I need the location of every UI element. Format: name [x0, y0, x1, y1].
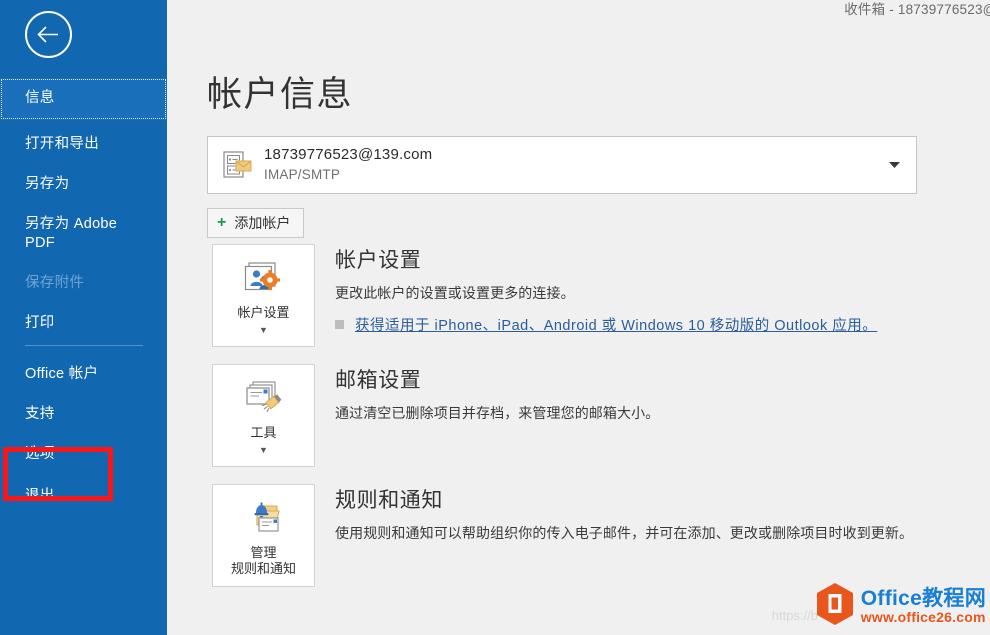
sidebar-item-label: Office 帐户	[25, 366, 99, 382]
cleanup-tools-button-label: 工具	[250, 425, 277, 440]
page-title: 帐户信息	[207, 75, 354, 114]
rules-alerts-icon	[243, 499, 285, 539]
sidebar-item-label: 打开和导出	[25, 136, 99, 152]
account-settings-button[interactable]: 帐户设置 ▼	[212, 244, 315, 347]
manage-rules-alerts-button[interactable]: 管理 规则和通知	[212, 484, 315, 587]
section-link-row: 获得适用于 iPhone、iPad、Android 或 Windows 10 移…	[335, 314, 925, 335]
outlook-backstage-window: 收件箱 - 18739776523@13 信息 打开和导出 另存为 另存为	[0, 0, 990, 635]
site-watermark: Office教程网 www.office26.com	[815, 582, 986, 631]
back-button[interactable]	[25, 11, 72, 58]
add-account-button[interactable]: + 添加帐户	[207, 208, 305, 238]
sidebar-item-office-account[interactable]: Office 帐户	[0, 358, 167, 384]
section-description: 更改此帐户的设置或设置更多的连接。	[335, 285, 575, 301]
plus-icon: +	[217, 214, 227, 231]
sidebar-divider	[25, 345, 143, 346]
back-arrow-icon	[36, 25, 61, 44]
sidebar-item-save-as[interactable]: 另存为	[0, 154, 167, 194]
sidebar-item-label: 保存附件	[25, 275, 85, 291]
sidebar-item-label: 选项	[25, 446, 55, 462]
manage-rules-label-line2: 规则和通知	[230, 561, 296, 576]
sidebar-item-print[interactable]: 打印	[0, 293, 167, 333]
manage-rules-alerts-button-label: 管理 规则和通知	[231, 545, 296, 577]
cleanup-tools-icon	[243, 379, 285, 419]
account-information-pane: 帐户信息 18739776523@139.com IMAP/SMTP + 添加帐…	[167, 22, 990, 635]
account-settings-body: 帐户设置 更改此帐户的设置或设置更多的连接。 获得适用于 iPhone、iPad…	[335, 244, 925, 335]
mail-account-icon	[208, 148, 264, 182]
backstage-sidebar: 信息 打开和导出 另存为 另存为 Adobe PDF 保存附件 打印 Offic…	[0, 0, 167, 635]
sidebar-item-label: 打印	[25, 315, 55, 331]
window-title: 收件箱 - 18739776523@13	[844, 2, 990, 17]
account-protocol: IMAP/SMTP	[264, 166, 341, 182]
sidebar-item-label: 退出	[25, 488, 55, 504]
sidebar-item-save-as-adobe-pdf[interactable]: 另存为 Adobe PDF	[0, 194, 140, 253]
account-selector[interactable]: 18739776523@139.com IMAP/SMTP	[207, 136, 917, 194]
cleanup-tools-button[interactable]: 工具 ▼	[212, 364, 315, 467]
sidebar-item-exit[interactable]: 退出	[0, 464, 167, 506]
sidebar-item-open-export[interactable]: 打开和导出	[0, 120, 167, 154]
watermark-brand-cn: Office教程网	[860, 587, 986, 611]
square-bullet-icon	[335, 320, 344, 329]
get-outlook-mobile-app-link[interactable]: 获得适用于 iPhone、iPad、Android 或 Windows 10 移…	[355, 314, 877, 335]
add-account-label: 添加帐户	[234, 215, 291, 231]
backstage-nav: 信息 打开和导出 另存为 另存为 Adobe PDF 保存附件 打印 Offic…	[0, 78, 167, 506]
sidebar-item-info[interactable]: 信息	[0, 78, 167, 120]
sidebar-item-support[interactable]: 支持	[0, 384, 167, 424]
account-settings-icon	[243, 259, 285, 299]
sidebar-item-label: 信息	[25, 90, 55, 106]
chevron-down-icon[interactable]	[872, 161, 916, 169]
sidebar-item-label: 支持	[25, 406, 55, 422]
section-description: 通过清空已删除项目并存档，来管理您的邮箱大小。	[335, 405, 660, 421]
sidebar-item-label: 另存为	[25, 176, 70, 192]
account-settings-button-label: 帐户设置	[237, 305, 290, 320]
section-title: 帐户设置	[335, 249, 422, 272]
rules-and-alerts-body: 规则和通知 使用规则和通知可以帮助组织你的传入电子邮件，并可在添加、更改或删除项…	[335, 484, 925, 544]
office-hexagon-logo-icon	[815, 582, 855, 631]
section-description: 使用规则和通知可以帮助组织你的传入电子邮件，并可在添加、更改或删除项目时收到更新…	[335, 525, 914, 541]
caret-down-icon[interactable]: ▼	[213, 446, 314, 455]
caret-down-icon[interactable]: ▼	[213, 326, 314, 335]
account-text: 18739776523@139.com IMAP/SMTP	[264, 146, 872, 184]
mailbox-settings-body: 邮箱设置 通过清空已删除项目并存档，来管理您的邮箱大小。	[335, 364, 925, 424]
section-title: 规则和通知	[335, 489, 443, 512]
account-email: 18739776523@139.com	[264, 146, 433, 164]
section-title: 邮箱设置	[335, 369, 422, 392]
sidebar-item-options[interactable]: 选项	[0, 424, 167, 464]
sidebar-item-label: 另存为 Adobe PDF	[25, 216, 118, 251]
faint-url-text: https://b	[771, 608, 818, 623]
window-titlebar: 收件箱 - 18739776523@13	[167, 0, 990, 22]
watermark-brand-url: www.office26.com	[860, 609, 986, 626]
watermark-text: Office教程网 www.office26.com	[861, 588, 986, 625]
sidebar-item-save-attachments: 保存附件	[0, 253, 167, 293]
manage-rules-label-line1: 管理	[250, 545, 277, 560]
